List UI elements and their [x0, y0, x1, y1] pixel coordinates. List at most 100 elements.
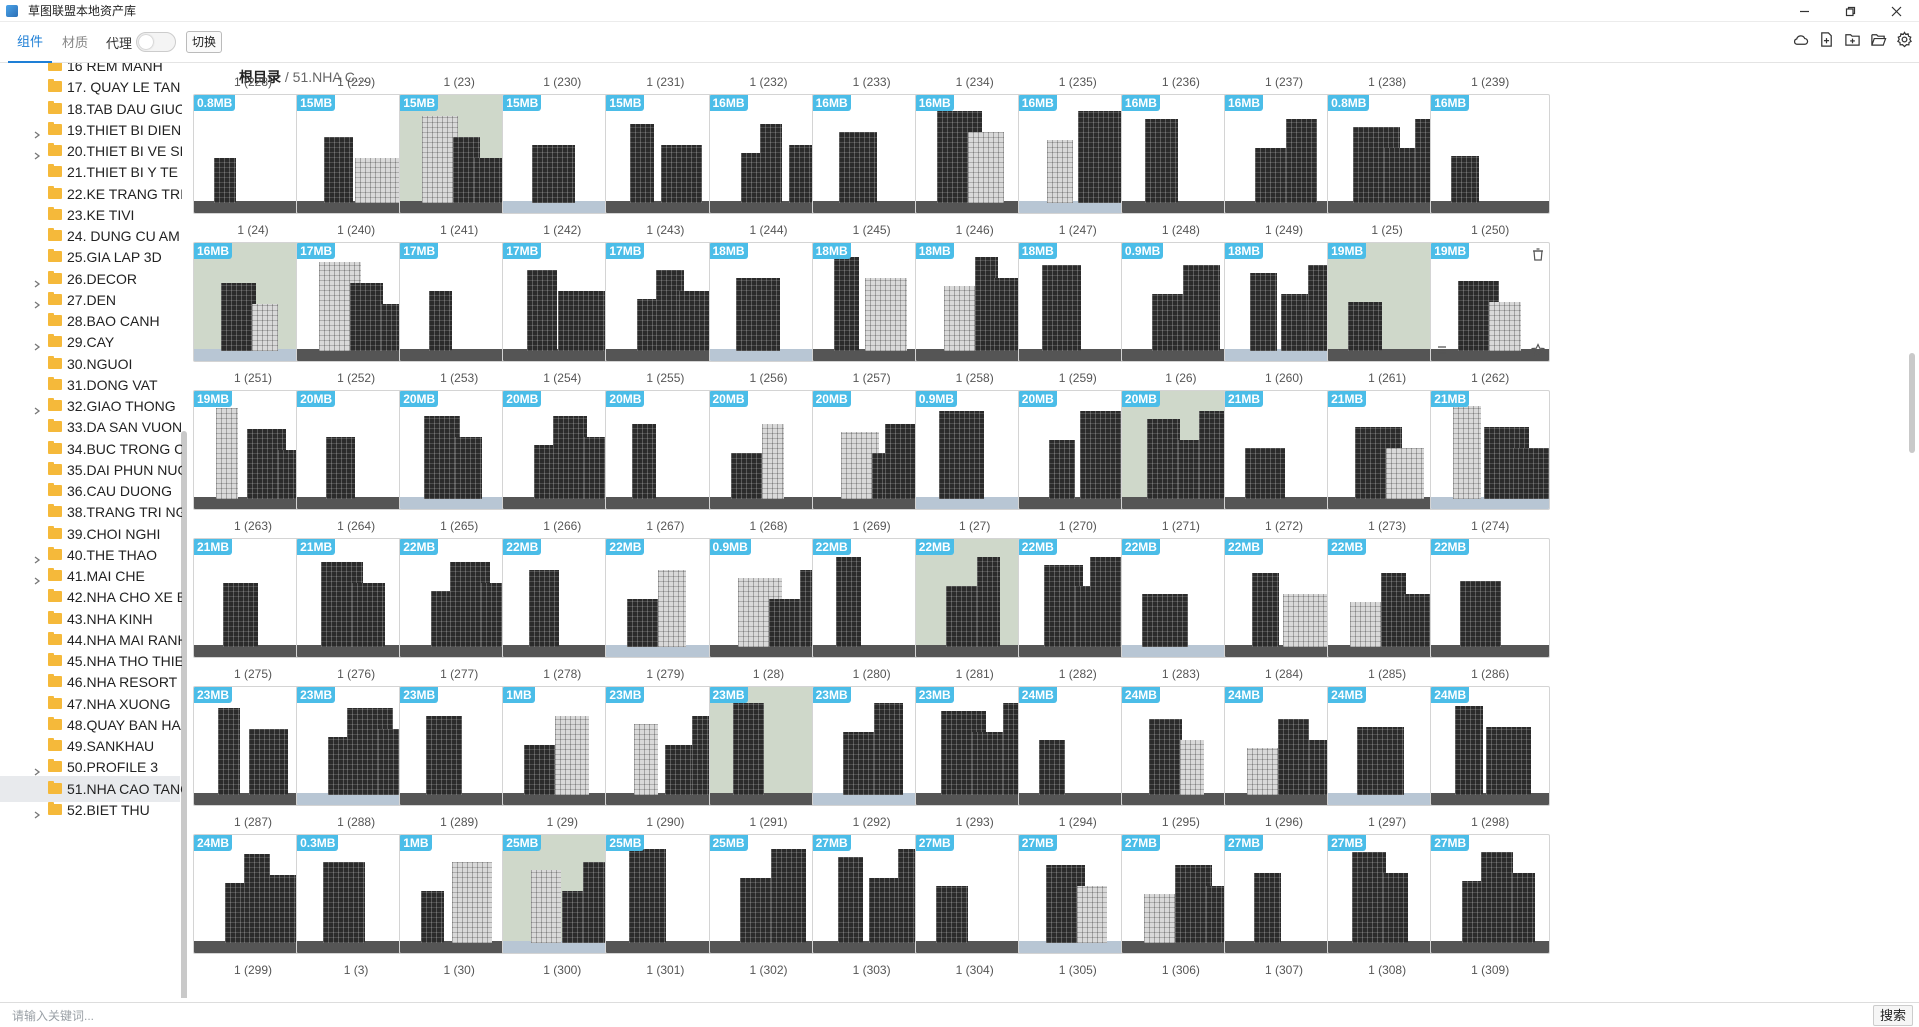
asset-card[interactable]: 27MB — [1224, 834, 1344, 954]
minimize-button[interactable] — [1781, 0, 1827, 22]
asset-card[interactable]: 27MB — [1327, 834, 1448, 954]
asset-card[interactable]: 22MB — [502, 538, 623, 658]
asset-card[interactable]: 18MB — [1224, 242, 1344, 362]
chevron-right-icon[interactable] — [33, 763, 41, 776]
asset-card[interactable]: 16MB — [1017, 94, 1138, 214]
asset-card[interactable]: 16MB — [193, 242, 313, 362]
asset-card[interactable]: 22MB — [1327, 538, 1448, 658]
asset-card[interactable]: 23MB — [296, 686, 417, 806]
settings-button[interactable] — [1895, 30, 1913, 48]
asset-card[interactable]: 24MB — [1224, 686, 1344, 806]
asset-card[interactable]: 24MB — [1430, 686, 1551, 806]
folder-tree-item[interactable]: 52.BIET THU — [0, 797, 180, 823]
asset-card[interactable]: 25MB — [502, 834, 623, 954]
asset-card[interactable]: 17MB — [296, 242, 417, 362]
open-folder-button[interactable] — [1869, 30, 1887, 48]
asset-card[interactable]: 20MB — [296, 390, 417, 510]
asset-card[interactable]: 0.8MB — [193, 94, 313, 214]
asset-card[interactable]: 16MB — [914, 94, 1035, 214]
asset-card[interactable]: 22MB — [399, 538, 520, 658]
chevron-right-icon[interactable] — [33, 551, 41, 564]
asset-card[interactable]: 19MB — [1327, 242, 1448, 362]
asset-card[interactable]: 20MB — [605, 390, 726, 510]
maximize-button[interactable] — [1827, 0, 1873, 22]
asset-card[interactable]: 24MB — [1327, 686, 1448, 806]
asset-card[interactable]: 19MB — [1430, 242, 1551, 362]
asset-card[interactable]: 22MB — [605, 538, 726, 658]
asset-card[interactable]: 27MB — [811, 834, 932, 954]
search-button[interactable]: 搜索 — [1872, 1005, 1913, 1026]
asset-card[interactable]: 20MB — [502, 390, 623, 510]
favorite-star-icon[interactable] — [1531, 343, 1546, 357]
chevron-right-icon[interactable] — [33, 147, 41, 160]
asset-card[interactable]: 18MB — [1017, 242, 1138, 362]
delete-icon[interactable] — [1531, 247, 1545, 261]
asset-card[interactable]: 18MB — [811, 242, 932, 362]
asset-card[interactable]: 19MB — [193, 390, 313, 510]
close-button[interactable] — [1873, 0, 1919, 22]
asset-card[interactable]: 16MB — [811, 94, 932, 214]
proxy-toggle[interactable] — [136, 32, 177, 52]
asset-card[interactable]: 22MB — [1017, 538, 1138, 658]
asset-card[interactable]: 24MB — [193, 834, 313, 954]
asset-card[interactable]: 21MB — [1430, 390, 1551, 510]
tab-components[interactable]: 组件 — [8, 22, 53, 63]
new-file-button[interactable] — [1817, 30, 1835, 48]
chevron-right-icon[interactable] — [33, 275, 41, 288]
asset-card[interactable]: 16MB — [708, 94, 829, 214]
asset-card[interactable]: 20MB — [399, 390, 520, 510]
asset-card[interactable]: 23MB — [193, 686, 313, 806]
asset-card[interactable]: 15MB — [399, 94, 520, 214]
asset-card[interactable]: 23MB — [914, 686, 1035, 806]
cloud-button[interactable] — [1791, 30, 1809, 48]
asset-card[interactable]: 22MB — [1120, 538, 1241, 658]
notes-icon[interactable] — [1435, 343, 1449, 357]
asset-card[interactable]: 25MB — [708, 834, 829, 954]
asset-card[interactable]: 21MB — [296, 538, 417, 658]
asset-card[interactable]: 15MB — [605, 94, 726, 214]
asset-card[interactable]: 20MB — [811, 390, 932, 510]
new-folder-button[interactable] — [1843, 30, 1861, 48]
chevron-right-icon[interactable] — [33, 338, 41, 351]
asset-card[interactable]: 22MB — [1430, 538, 1551, 658]
asset-card[interactable]: 17MB — [502, 242, 623, 362]
asset-card[interactable]: 1MB — [399, 834, 520, 954]
asset-card[interactable]: 20MB — [1017, 390, 1138, 510]
asset-card[interactable]: 16MB — [1224, 94, 1344, 214]
chevron-right-icon[interactable] — [33, 126, 41, 139]
chevron-right-icon[interactable] — [33, 296, 41, 309]
chevron-right-icon[interactable] — [33, 572, 41, 585]
asset-card[interactable]: 0.8MB — [1327, 94, 1448, 214]
asset-card[interactable]: 25MB — [605, 834, 726, 954]
asset-card[interactable]: 23MB — [811, 686, 932, 806]
asset-card[interactable]: 21MB — [1224, 390, 1344, 510]
asset-card[interactable]: 27MB — [914, 834, 1035, 954]
asset-card[interactable]: 23MB — [708, 686, 829, 806]
asset-card[interactable]: 0.3MB — [296, 834, 417, 954]
asset-card[interactable]: 1MB — [502, 686, 623, 806]
asset-card[interactable]: 0.9MB — [1120, 242, 1241, 362]
asset-card[interactable]: 23MB — [399, 686, 520, 806]
chevron-right-icon[interactable] — [33, 806, 41, 819]
switch-button[interactable]: 切换 — [186, 31, 223, 53]
asset-card[interactable]: 24MB — [1017, 686, 1138, 806]
asset-card[interactable]: 21MB — [193, 538, 313, 658]
asset-card[interactable]: 22MB — [914, 538, 1035, 658]
asset-card[interactable]: 27MB — [1120, 834, 1241, 954]
asset-card[interactable]: 20MB — [708, 390, 829, 510]
asset-card[interactable]: 20MB — [1120, 390, 1241, 510]
asset-card[interactable]: 15MB — [296, 94, 417, 214]
asset-card[interactable]: 23MB — [605, 686, 726, 806]
asset-card[interactable]: 0.9MB — [708, 538, 829, 658]
asset-card[interactable]: 15MB — [502, 94, 623, 214]
asset-card[interactable]: 27MB — [1430, 834, 1551, 954]
chevron-right-icon[interactable] — [33, 402, 41, 415]
asset-card[interactable]: 27MB — [1017, 834, 1138, 954]
asset-card[interactable]: 17MB — [399, 242, 520, 362]
asset-card[interactable]: 16MB — [1430, 94, 1551, 214]
tab-materials[interactable]: 材质 — [52, 22, 98, 63]
grid-scrollbar[interactable] — [1909, 353, 1915, 453]
asset-card[interactable]: 18MB — [708, 242, 829, 362]
asset-card[interactable]: 22MB — [811, 538, 932, 658]
asset-card[interactable]: 18MB — [914, 242, 1035, 362]
